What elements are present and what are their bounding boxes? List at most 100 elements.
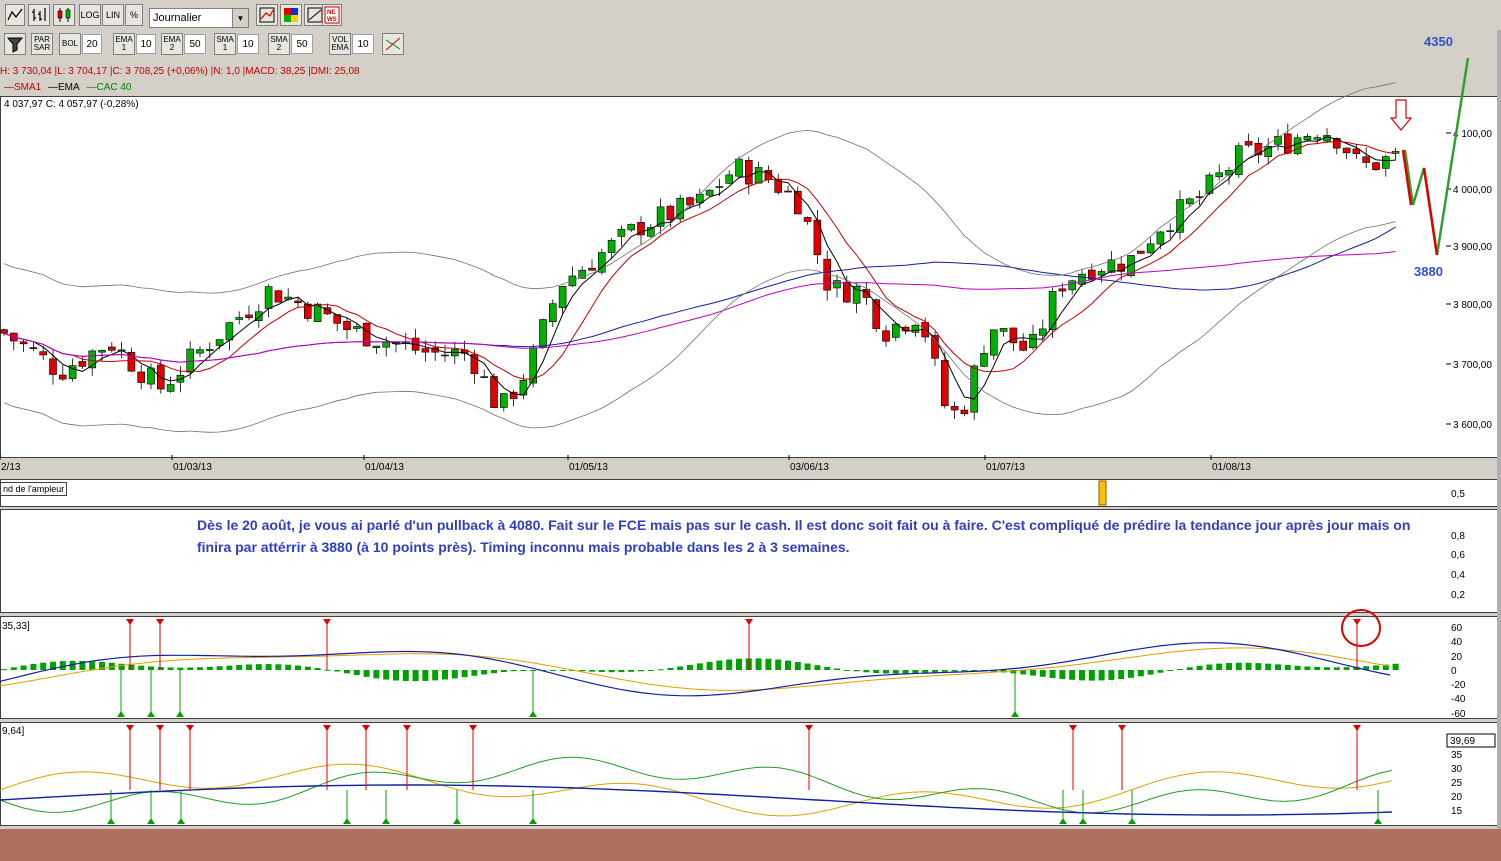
macd-histogram-bar <box>1049 670 1056 678</box>
bearish-candle <box>245 314 253 318</box>
bearish-candle <box>960 409 969 415</box>
bullish-candle <box>1078 273 1086 285</box>
macd-histogram-bar <box>1177 668 1183 670</box>
dmi-buy-icon <box>1374 818 1382 824</box>
macd-histogram-bar <box>1059 670 1066 679</box>
macd-histogram-bar <box>1079 670 1085 681</box>
macd-histogram-bar <box>187 667 194 670</box>
bullish-candle <box>891 323 900 338</box>
dmi-buy-icon <box>382 818 390 824</box>
macd-histogram-bar <box>334 670 341 672</box>
price-axis-label: 3 700,00 <box>1453 360 1492 371</box>
macd-histogram-bar <box>40 662 47 670</box>
buy-signal-icon <box>117 711 125 717</box>
dmi-axis-label: 35 <box>1451 750 1463 761</box>
macd-histogram-bar <box>638 670 644 672</box>
macd-histogram-bar <box>1235 662 1242 670</box>
macd-histogram-bar <box>1128 670 1134 678</box>
macd-histogram-bar <box>118 663 125 670</box>
sma2-line <box>3 251 1396 363</box>
macd-histogram-bar <box>216 666 223 670</box>
bullish-candle <box>548 303 557 322</box>
bullish-candle <box>186 348 194 373</box>
bearish-candle <box>1019 340 1028 351</box>
macd-histogram-bar <box>736 658 742 670</box>
charting-app: LOG LIN % Journalier ▼ NE WS PAR SAR BOL … <box>0 0 1501 861</box>
bearish-candle <box>686 197 694 206</box>
bullish-candle <box>1186 198 1194 205</box>
dmi-buy-icon <box>107 818 115 824</box>
bullish-candle <box>1215 172 1223 178</box>
macd-histogram-bar <box>647 670 654 671</box>
bearish-candle <box>862 288 871 298</box>
dmi-sell-icon <box>1118 725 1126 731</box>
dmi-axis-label: 15 <box>1451 806 1463 817</box>
bearish-candle <box>803 217 812 222</box>
macd-histogram-bar <box>1088 670 1095 681</box>
macd-histogram-bar <box>402 670 409 682</box>
dmi-sell-icon <box>323 725 331 731</box>
date-axis-label: 01/08/13 <box>1212 462 1251 473</box>
macd-histogram-bar <box>1324 667 1330 670</box>
macd-histogram-bar <box>383 670 390 680</box>
sma1-line <box>3 140 1396 380</box>
macd-histogram-bar <box>589 670 595 672</box>
macd-histogram-bar <box>226 665 233 670</box>
macd-histogram-bar <box>1098 670 1105 681</box>
price-axis-label: 4 100,00 <box>1453 129 1492 140</box>
macd-histogram-bar <box>1186 667 1193 670</box>
bullish-candle <box>1166 230 1174 232</box>
date-axis-label: 03/06/13 <box>790 462 829 473</box>
macd-histogram-bar <box>1304 666 1311 670</box>
macd-histogram-bar <box>892 670 899 674</box>
dmi-sell-icon <box>156 725 164 731</box>
macd-histogram-bar <box>657 669 664 671</box>
macd-histogram-bar <box>157 667 164 670</box>
ampleur-axis-label: 0,5 <box>1451 489 1465 500</box>
sell-signal-icon <box>156 619 164 625</box>
date-axis-label: 01/05/13 <box>569 462 608 473</box>
bullish-candle <box>558 286 567 309</box>
dmi-buy-icon <box>1059 818 1067 824</box>
bullish-candle <box>264 286 273 309</box>
bearish-candle <box>1284 133 1292 154</box>
bearish-candle <box>343 320 351 331</box>
macd-axis-label: -60 <box>1451 709 1466 720</box>
macd-histogram-bar <box>667 667 674 670</box>
bearish-candle <box>784 190 792 193</box>
bearish-candle <box>480 376 489 378</box>
macd-axis-label: -20 <box>1451 680 1466 691</box>
macd-histogram-bar <box>344 670 350 674</box>
macd-histogram-bar <box>1108 670 1115 680</box>
bearish-candle <box>78 361 87 367</box>
comment-axis-label: 0,2 <box>1451 590 1465 601</box>
macd-histogram-bar <box>265 664 272 670</box>
bullish-candle <box>1156 231 1165 245</box>
macd-histogram-bar <box>853 670 860 672</box>
bullish-candle <box>833 280 841 289</box>
macd-histogram-bar <box>598 670 605 673</box>
macd-histogram-bar <box>628 670 635 672</box>
macd-histogram-bar <box>295 665 301 670</box>
bullish-candle <box>235 317 243 320</box>
bearish-candle <box>950 406 959 411</box>
bullish-candle <box>1068 280 1076 291</box>
dmi-sell-icon <box>1353 725 1361 731</box>
bullish-candle <box>852 285 861 304</box>
bearish-candle <box>1372 162 1380 171</box>
bearish-candle <box>666 205 675 221</box>
comment-axis-label: 0,8 <box>1451 531 1465 542</box>
macd-histogram-bar <box>451 670 458 679</box>
macd-histogram-bar <box>510 670 517 672</box>
date-axis-label: 01/07/13 <box>986 462 1025 473</box>
macd-histogram-bar <box>1206 664 1213 670</box>
bullish-candle <box>627 223 636 231</box>
macd-histogram-bar <box>687 664 693 670</box>
macd-histogram-bar <box>706 661 713 670</box>
bullish-candle <box>539 319 547 348</box>
dmi-buy-icon <box>343 818 351 824</box>
macd-histogram-bar <box>922 670 929 673</box>
macd-histogram-bar <box>1373 665 1379 670</box>
bearish-candle <box>0 329 8 334</box>
macd-histogram-bar <box>285 664 292 670</box>
